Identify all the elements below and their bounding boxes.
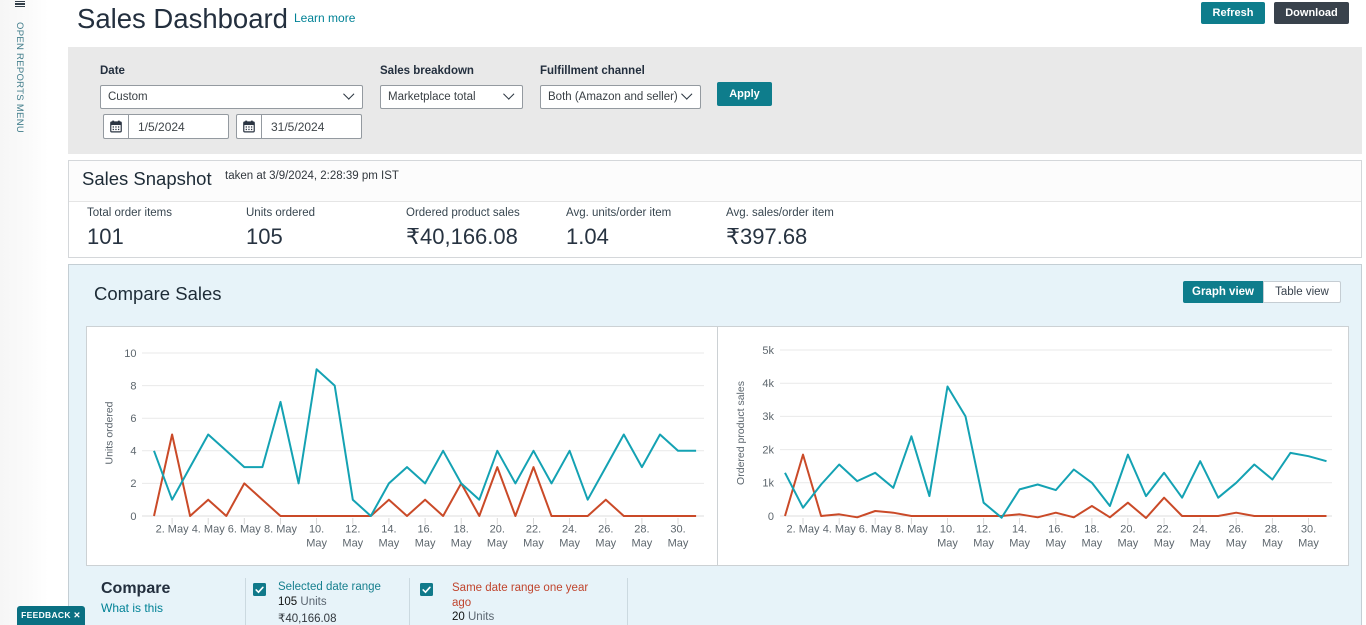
svg-text:May: May — [1154, 538, 1175, 550]
svg-text:14.: 14. — [381, 524, 396, 536]
svg-text:May: May — [1082, 538, 1103, 550]
svg-text:18.: 18. — [1084, 524, 1099, 536]
svg-text:2: 2 — [130, 478, 136, 490]
svg-text:28.: 28. — [634, 524, 649, 536]
svg-text:6. May: 6. May — [859, 524, 893, 536]
svg-text:May: May — [415, 538, 436, 550]
svg-text:14.: 14. — [1012, 524, 1027, 536]
svg-text:May: May — [487, 538, 508, 550]
svg-text:20.: 20. — [490, 524, 505, 536]
svg-text:24.: 24. — [562, 524, 577, 536]
svg-text:May: May — [1226, 538, 1247, 550]
svg-text:May: May — [1262, 538, 1283, 550]
svg-text:5k: 5k — [762, 345, 774, 357]
svg-text:4. May: 4. May — [823, 524, 857, 536]
svg-text:May: May — [523, 538, 544, 550]
svg-text:2k: 2k — [762, 444, 774, 456]
svg-text:28.: 28. — [1265, 524, 1280, 536]
svg-text:16.: 16. — [417, 524, 432, 536]
svg-text:May: May — [668, 538, 689, 550]
svg-text:4. May: 4. May — [192, 524, 226, 536]
svg-text:May: May — [306, 538, 327, 550]
svg-text:4: 4 — [130, 446, 136, 458]
svg-text:May: May — [1009, 538, 1030, 550]
svg-text:May: May — [1045, 538, 1066, 550]
svg-text:4k: 4k — [762, 378, 774, 390]
svg-text:May: May — [1298, 538, 1319, 550]
svg-text:30.: 30. — [1301, 524, 1316, 536]
svg-text:22.: 22. — [526, 524, 541, 536]
svg-text:May: May — [559, 538, 580, 550]
svg-text:3k: 3k — [762, 411, 774, 423]
svg-text:May: May — [379, 538, 400, 550]
svg-text:May: May — [595, 538, 616, 550]
svg-text:May: May — [1118, 538, 1139, 550]
svg-text:6: 6 — [130, 413, 136, 425]
svg-text:May: May — [973, 538, 994, 550]
svg-text:10.: 10. — [309, 524, 324, 536]
svg-text:16.: 16. — [1048, 524, 1063, 536]
svg-text:10.: 10. — [940, 524, 955, 536]
svg-text:May: May — [1190, 538, 1211, 550]
svg-text:22.: 22. — [1156, 524, 1171, 536]
svg-text:30.: 30. — [670, 524, 685, 536]
svg-text:May: May — [451, 538, 472, 550]
svg-text:0: 0 — [768, 511, 774, 523]
svg-text:6. May: 6. May — [228, 524, 262, 536]
svg-text:Ordered product sales: Ordered product sales — [735, 381, 747, 485]
svg-text:1k: 1k — [762, 478, 774, 490]
svg-text:18.: 18. — [454, 524, 469, 536]
svg-text:12.: 12. — [976, 524, 991, 536]
svg-text:10: 10 — [124, 348, 136, 360]
svg-text:26.: 26. — [598, 524, 613, 536]
svg-text:20.: 20. — [1120, 524, 1135, 536]
svg-text:26.: 26. — [1229, 524, 1244, 536]
svg-text:12.: 12. — [345, 524, 360, 536]
svg-text:May: May — [937, 538, 958, 550]
svg-text:May: May — [342, 538, 363, 550]
svg-text:24.: 24. — [1193, 524, 1208, 536]
svg-text:8. May: 8. May — [264, 524, 298, 536]
svg-text:May: May — [632, 538, 653, 550]
svg-text:8: 8 — [130, 380, 136, 392]
svg-text:8. May: 8. May — [895, 524, 929, 536]
svg-text:2. May: 2. May — [786, 524, 820, 536]
svg-text:2. May: 2. May — [156, 524, 190, 536]
svg-text:0: 0 — [130, 511, 136, 523]
svg-text:Units ordered: Units ordered — [104, 401, 116, 464]
